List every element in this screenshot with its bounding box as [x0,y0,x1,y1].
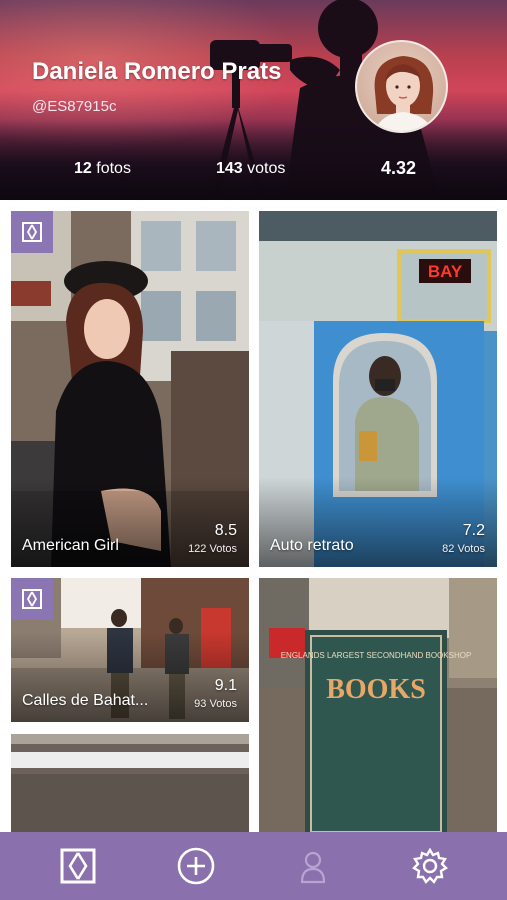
stat-photos: 12 fotos [74,160,131,178]
logo-badge-icon [11,211,53,253]
photo-card[interactable]: American Girl 8.5 122 Votos [11,211,249,567]
nav-add-button[interactable] [176,846,216,886]
photo-image: ENGLANDS LARGEST SECONDHAND BOOKSHOP BOO… [259,578,497,832]
profile-header: Daniela Romero Prats @ES87915c 12 fotos … [0,0,507,200]
photo-votes: 122 Votos [188,543,237,555]
votes-label: votos [247,160,286,177]
nav-profile-button[interactable] [293,846,333,886]
photo-grid: American Girl 8.5 122 Votos BAY Auto ret… [0,200,507,832]
photo-score: 9.1 [214,677,237,694]
avatar[interactable] [355,40,448,133]
profile-icon [300,851,326,884]
logo-icon [22,222,42,242]
avatar-portrait [374,56,434,131]
photo-card[interactable]: Calles de Bahat... 9.1 93 Votos [11,578,249,722]
logo-icon [22,589,42,609]
bottom-nav [0,832,507,900]
photo-score: 8.5 [214,522,237,539]
profile-handle: @ES87915c [32,98,117,115]
nav-settings-button[interactable] [410,846,450,886]
profile-stats: 12 fotos 143 votos 4.32 [0,158,507,184]
photo-score: 7.2 [462,522,485,539]
photos-label: fotos [96,160,131,177]
photo-title: Calles de Bahat... [22,692,149,709]
photo-card[interactable]: ENGLANDS LARGEST SECONDHAND BOOKSHOP BOO… [259,578,497,832]
home-logo-icon [60,848,96,884]
bookshop-big-sign: BOOKS [326,674,426,705]
logo-badge-icon [11,578,53,620]
votes-count: 143 [216,160,243,177]
photo-votes: 82 Votos [442,543,485,555]
profile-name: Daniela Romero Prats [32,58,282,85]
photo-card[interactable] [11,734,249,832]
photo-votes: 93 Votos [194,698,237,710]
photo-title: Auto retrato [270,537,354,554]
photos-count: 12 [74,160,92,177]
gear-icon [412,847,448,884]
photo-image [11,734,249,832]
nav-home-button[interactable] [58,846,98,886]
photo-card[interactable]: BAY Auto retrato 7.2 82 Votos [259,211,497,567]
bookshop-top-sign: ENGLANDS LARGEST SECONDHAND BOOKSHOP [281,651,472,660]
add-circle-icon [177,847,215,885]
photo-title: American Girl [22,537,119,554]
profile-rating: 4.32 [381,158,417,178]
bay-sign: BAY [428,262,463,281]
stat-votes: 143 votos [216,160,285,178]
